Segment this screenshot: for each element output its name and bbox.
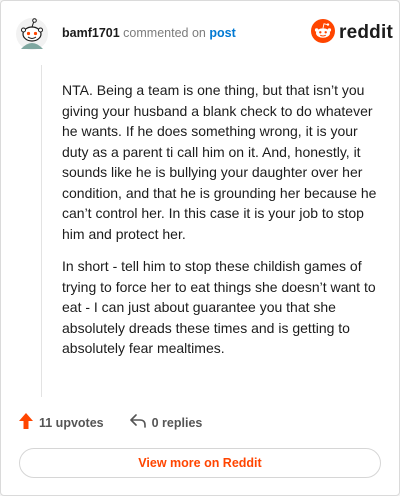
view-more-button[interactable]: View more on Reddit <box>19 448 381 478</box>
upvote-button[interactable]: 11 upvotes <box>19 413 104 432</box>
reply-arrow-icon <box>129 414 152 431</box>
user-avatar-icon[interactable] <box>15 17 49 51</box>
thread-line <box>41 65 42 397</box>
comment-header: bamf1701 commented on post <box>62 26 236 40</box>
post-link[interactable]: post <box>209 26 235 40</box>
comment-actions: 11 upvotes 0 replies <box>19 413 202 432</box>
reply-count: 0 replies <box>151 415 203 430</box>
username-link[interactable]: bamf1701 <box>62 26 120 40</box>
reply-button[interactable]: 0 replies <box>129 414 203 431</box>
commented-on-text: commented on <box>123 26 206 40</box>
comment-body: NTA. Being a team is one thing, but that… <box>62 80 377 371</box>
reddit-logo-icon <box>311 18 335 48</box>
upvote-count: 11 upvotes <box>39 415 104 430</box>
upvote-arrow-icon <box>19 413 39 432</box>
reddit-wordmark: reddit <box>339 22 393 43</box>
reddit-brand[interactable]: reddit <box>311 18 393 48</box>
comment-paragraph: In short - tell him to stop these childi… <box>62 258 376 356</box>
comment-paragraph: NTA. Being a team is one thing, but that… <box>62 82 377 242</box>
comment-embed-card: bamf1701 commented on post reddit NTA. B… <box>0 0 400 496</box>
